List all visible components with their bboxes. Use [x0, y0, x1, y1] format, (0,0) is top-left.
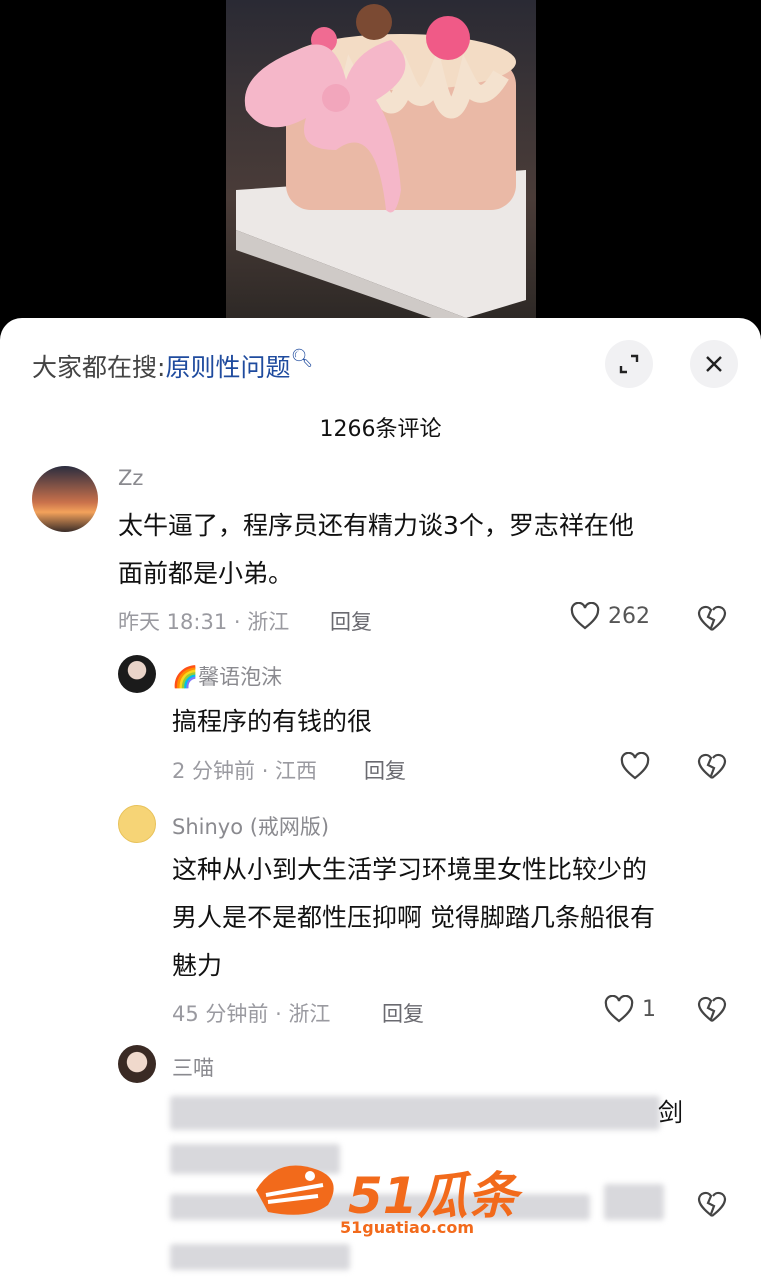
expand-button[interactable] — [605, 340, 653, 388]
video-frame-cake — [226, 0, 536, 330]
like-button[interactable] — [620, 752, 650, 780]
comment-text-line: 面前都是小弟。 — [118, 559, 294, 588]
broken-heart-icon — [697, 1191, 727, 1217]
comment-count-title: 1266条评论 — [319, 417, 442, 442]
reply-button[interactable]: 回复 — [330, 606, 372, 636]
comment-meta: 45 分钟前 · 浙江 — [172, 1002, 331, 1026]
avatar[interactable] — [118, 1045, 156, 1083]
broken-heart-icon — [697, 605, 727, 631]
comment-text-line: 魅力 — [172, 951, 223, 980]
comment-text-line: 男人是不是都性压抑啊 觉得脚踏几条船很有 — [172, 903, 655, 932]
video-player[interactable] — [0, 0, 761, 340]
trending-search-label: 大家都在搜: — [32, 353, 166, 382]
search-icon: 🔍︎ — [290, 348, 314, 369]
comment-username[interactable]: 三喵 — [172, 1052, 214, 1082]
blurred-text — [170, 1096, 660, 1130]
comment-text-line: 太牛逼了，程序员还有精力谈3个，罗志祥在他 — [118, 511, 634, 540]
reply-button[interactable]: 回复 — [364, 755, 406, 785]
avatar[interactable] — [32, 466, 98, 532]
comment-text-fragment: 剑 — [658, 1098, 684, 1127]
dislike-button[interactable] — [697, 1190, 727, 1222]
comment-username[interactable]: 🌈馨语泡沫 — [172, 661, 282, 691]
comment-text-line: 搞程序的有钱的很 — [172, 707, 373, 736]
heart-icon — [570, 602, 600, 630]
blurred-text — [170, 1244, 350, 1270]
broken-heart-icon — [697, 753, 727, 779]
like-button[interactable]: 262 — [570, 602, 650, 630]
comment-text-line: 这种从小到大生活学习环境里女性比较少的 — [172, 855, 648, 884]
dislike-button[interactable] — [697, 995, 727, 1027]
trending-search[interactable]: 大家都在搜:原则性问题🔍︎ — [32, 348, 313, 384]
reply-button[interactable]: 回复 — [382, 998, 424, 1028]
close-button[interactable] — [690, 340, 738, 388]
heart-icon — [604, 995, 634, 1023]
comment-meta: 2 分钟前 · 江西 — [172, 759, 318, 783]
rainbow-icon: 🌈 — [172, 665, 199, 689]
expand-icon — [619, 354, 639, 374]
like-count: 262 — [608, 603, 650, 629]
comment-username[interactable]: Shinyo (戒网版) — [172, 811, 329, 841]
trending-search-term[interactable]: 原则性问题 — [165, 353, 290, 382]
watermark-url: 51guatiao.com — [340, 1218, 475, 1237]
comment-username[interactable]: Zz — [118, 466, 143, 490]
broken-heart-icon — [697, 996, 727, 1022]
heart-icon — [620, 752, 650, 780]
dislike-button[interactable] — [697, 604, 727, 636]
watermark-logo: 51瓜条 51guatiao.com — [248, 1150, 518, 1240]
avatar[interactable] — [118, 655, 156, 693]
username-text: 馨语泡沫 — [198, 665, 283, 689]
close-icon — [706, 356, 722, 372]
avatar[interactable] — [118, 805, 156, 843]
dislike-button[interactable] — [697, 752, 727, 784]
blurred-text — [604, 1184, 664, 1220]
like-button[interactable]: 1 — [604, 995, 656, 1023]
comment-sheet: 大家都在搜:原则性问题🔍︎ 1266条评论 Zz 太牛逼了，程序员还有精力谈3个… — [0, 318, 761, 1280]
like-count: 1 — [642, 996, 656, 1022]
comment-meta: 昨天 18:31 · 浙江 — [118, 610, 290, 634]
